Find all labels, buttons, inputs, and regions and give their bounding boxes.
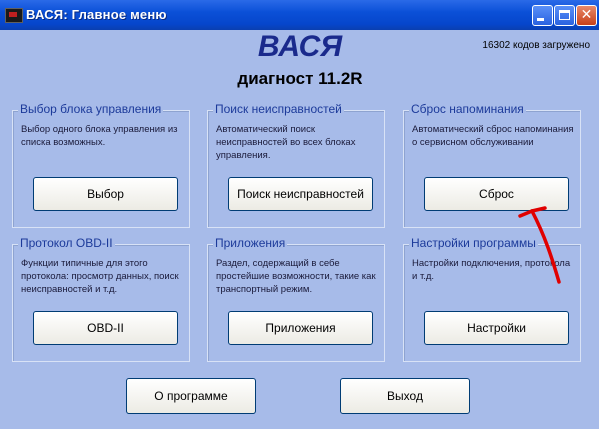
arrow-head-right	[530, 206, 547, 213]
arrow-shaft	[530, 209, 561, 284]
red-arrow-annotation	[518, 206, 561, 284]
arrow-head-left	[518, 209, 534, 218]
